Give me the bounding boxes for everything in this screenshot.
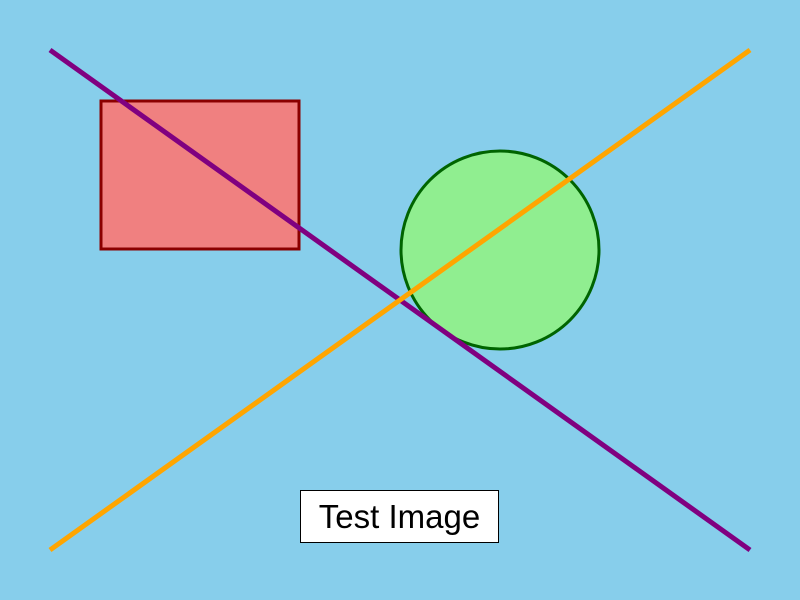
caption-box: Test Image [300, 490, 499, 543]
caption-text: Test Image [318, 498, 481, 535]
red-rectangle [99, 99, 301, 251]
